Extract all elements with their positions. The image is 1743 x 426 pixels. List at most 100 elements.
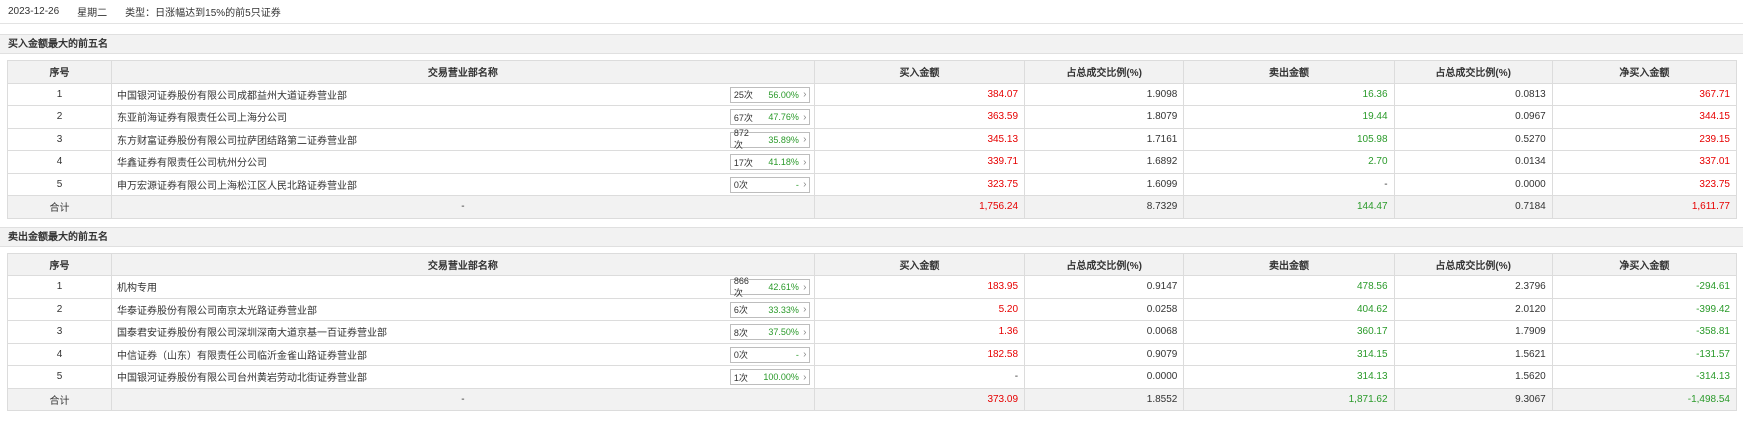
trade-count-dropdown[interactable]: 17次 41.18% ›	[729, 154, 810, 170]
total-row: 合计 -373.09 1.8552 1,871.62 9.3067 -1,498.54	[7, 387, 1738, 411]
branch-name-link[interactable]: 中国银河证券股份有限公司成都益州大道证券营业部	[117, 87, 347, 102]
buy-amount: 182.58	[813, 342, 1026, 366]
total-label: 合计	[7, 387, 112, 411]
chevron-right-icon: ›	[803, 349, 807, 360]
branch-name-link[interactable]: 东方财富证券股份有限公司拉萨团结路第二证券营业部	[117, 132, 357, 147]
sell-ratio: 2.3796	[1393, 275, 1553, 299]
trade-count-dropdown[interactable]: 866次 42.61% ›	[729, 276, 810, 298]
trade-count-dropdown[interactable]: 6次 33.33% ›	[729, 301, 810, 318]
branch-name-link[interactable]: 华鑫证券有限责任公司杭州分公司	[117, 154, 267, 169]
total-buy-amount: 1,756.24	[813, 195, 1026, 219]
buy-amount: 5.20	[813, 297, 1026, 321]
col-net-buy: 净买入金额	[1551, 60, 1738, 84]
total-net-buy: 1,611.77	[1551, 195, 1738, 219]
branch-name-link[interactable]: 东亚前海证券有限责任公司上海分公司	[117, 109, 287, 124]
row-index: 2	[7, 105, 112, 129]
weekday: 星期二	[77, 8, 108, 19]
sell-table-body: 1 机构专用 866次 42.61% › 183.95 0.9147 478.56 2.3796…	[7, 275, 1738, 411]
trade-count: 17次	[733, 157, 753, 168]
buy-ratio: 0.0068	[1024, 320, 1185, 344]
buy-table-header: 序号 交易营业部名称 买入金额 占总成交比例(%) 卖出金额 占总成交比例(%)…	[7, 60, 1738, 84]
col-net-buy: 净买入金额	[1551, 252, 1738, 276]
trade-count: 0次	[733, 350, 748, 360]
sell-ratio: 0.5270	[1393, 127, 1553, 151]
buy-amount: -	[813, 365, 1026, 389]
trade-count-dropdown[interactable]: 8次 37.50% ›	[729, 324, 810, 340]
table-row: 5 中国银河证券股份有限公司台州黄岩劳动北街证券营业部 1次 100.00% › -0.0…	[7, 365, 1738, 389]
col-sell-amount: 卖出金额	[1183, 252, 1395, 276]
col-sell-ratio: 占总成交比例(%)	[1393, 252, 1553, 276]
success-rate: 33.33%	[768, 304, 799, 315]
branch-name-link[interactable]: 国泰君安证券股份有限公司深圳深南大道京基一百证券营业部	[117, 324, 387, 339]
table-row: 5 申万宏源证券有限公司上海松江区人民北路证券营业部 0次 - › 323.75 1.609…	[7, 172, 1738, 196]
row-index: 2	[7, 297, 112, 321]
net-buy-amount: -294.61	[1551, 275, 1738, 299]
sell-amount: 478.56	[1183, 275, 1395, 299]
net-buy-amount: 337.01	[1551, 150, 1738, 174]
table-row: 1 中国银河证券股份有限公司成都益州大道证券营业部 25次 56.00% › 384.07…	[7, 82, 1738, 106]
branch-name-link[interactable]: 中国银河证券股份有限公司台州黄岩劳动北街证券营业部	[117, 369, 367, 384]
sell-ratio: 0.0000	[1393, 172, 1553, 196]
branch-name-link[interactable]: 机构专用	[117, 279, 157, 294]
trade-count: 6次	[733, 305, 748, 315]
success-rate: 35.89%	[768, 134, 799, 145]
buy-amount: 323.75	[813, 172, 1026, 196]
branch-name-cell: 申万宏源证券有限公司上海松江区人民北路证券营业部 0次 - ›	[110, 172, 815, 196]
branch-name-cell: 中国银河证券股份有限公司台州黄岩劳动北街证券营业部 1次 100.00% ›	[110, 365, 815, 389]
trade-count-dropdown[interactable]: 0次 - ›	[729, 346, 810, 363]
chevron-right-icon: ›	[803, 156, 807, 168]
row-index: 5	[7, 172, 112, 196]
buy-ratio: 0.9147	[1024, 275, 1185, 299]
sell-ratio: 1.5620	[1393, 365, 1553, 389]
buy-amount: 384.07	[813, 82, 1026, 106]
sell-ratio: 0.0813	[1393, 82, 1553, 106]
net-buy-amount: 239.15	[1551, 127, 1738, 151]
sell-ratio: 0.0967	[1393, 105, 1553, 129]
branch-name-link[interactable]: 中信证券（山东）有限责任公司临沂金雀山路证券营业部	[117, 347, 367, 362]
branch-name-cell: 中国银河证券股份有限公司成都益州大道证券营业部 25次 56.00% ›	[110, 82, 815, 106]
sell-ratio: 2.0120	[1393, 297, 1553, 321]
chevron-right-icon: ›	[803, 89, 807, 100]
sell-amount: 105.98	[1183, 127, 1395, 151]
trade-count-dropdown[interactable]: 1次 100.00% ›	[729, 369, 810, 385]
sell-section-title: 卖出金额最大的前五名	[0, 226, 1743, 247]
success-rate: 56.00%	[768, 89, 799, 100]
net-buy-amount: -131.57	[1551, 342, 1738, 366]
trade-date: 2023-12-26	[8, 6, 60, 17]
trade-count-dropdown[interactable]: 0次 - ›	[729, 176, 810, 193]
top-info-bar: 2023-12-26 星期二 类型：日涨幅达到15%的前5只证券	[0, 0, 1743, 24]
table-row: 4 中信证券（山东）有限责任公司临沂金雀山路证券营业部 0次 - › 182.58 0.90…	[7, 342, 1738, 366]
buy-amount: 183.95	[813, 275, 1026, 299]
branch-name-cell: 华鑫证券有限责任公司杭州分公司 17次 41.18% ›	[110, 150, 815, 174]
net-buy-amount: 344.15	[1551, 105, 1738, 129]
trade-count-dropdown[interactable]: 25次 56.00% ›	[729, 86, 810, 103]
sell-amount: 314.15	[1183, 342, 1395, 366]
branch-name-cell: 东亚前海证券有限责任公司上海分公司 67次 47.76% ›	[110, 105, 815, 129]
total-sell-ratio: 0.7184	[1393, 195, 1553, 219]
sell-amount: 2.70	[1183, 150, 1395, 174]
row-index: 4	[7, 342, 112, 366]
total-label: 合计	[7, 195, 112, 219]
col-sell-amount: 卖出金额	[1183, 60, 1395, 84]
buy-ratio: 1.6099	[1024, 172, 1185, 196]
trade-count-dropdown[interactable]: 67次 47.76% ›	[729, 109, 810, 125]
total-buy-ratio: 1.8552	[1024, 387, 1185, 411]
sell-amount: 360.17	[1183, 320, 1395, 344]
branch-name-cell: 机构专用 866次 42.61% ›	[110, 275, 815, 299]
net-buy-amount: -358.81	[1551, 320, 1738, 344]
buy-ratio: 1.9098	[1024, 82, 1185, 106]
trade-count: 0次	[733, 180, 748, 190]
trade-count-dropdown[interactable]: 872次 35.89% ›	[729, 128, 810, 150]
buy-ratio: 0.0258	[1024, 297, 1185, 321]
sell-ratio: 1.7909	[1393, 320, 1553, 344]
chevron-right-icon: ›	[803, 134, 807, 145]
trade-count: 8次	[733, 327, 748, 338]
branch-name-link[interactable]: 华泰证券股份有限公司南京太光路证券营业部	[117, 302, 317, 317]
chevron-right-icon: ›	[803, 281, 807, 293]
sell-amount: 314.13	[1183, 365, 1395, 389]
col-index: 序号	[7, 252, 112, 276]
col-buy-amount: 买入金额	[813, 60, 1026, 84]
branch-name-link[interactable]: 申万宏源证券有限公司上海松江区人民北路证券营业部	[117, 177, 357, 192]
total-name: -	[110, 387, 815, 411]
sell-amount: 404.62	[1183, 297, 1395, 321]
